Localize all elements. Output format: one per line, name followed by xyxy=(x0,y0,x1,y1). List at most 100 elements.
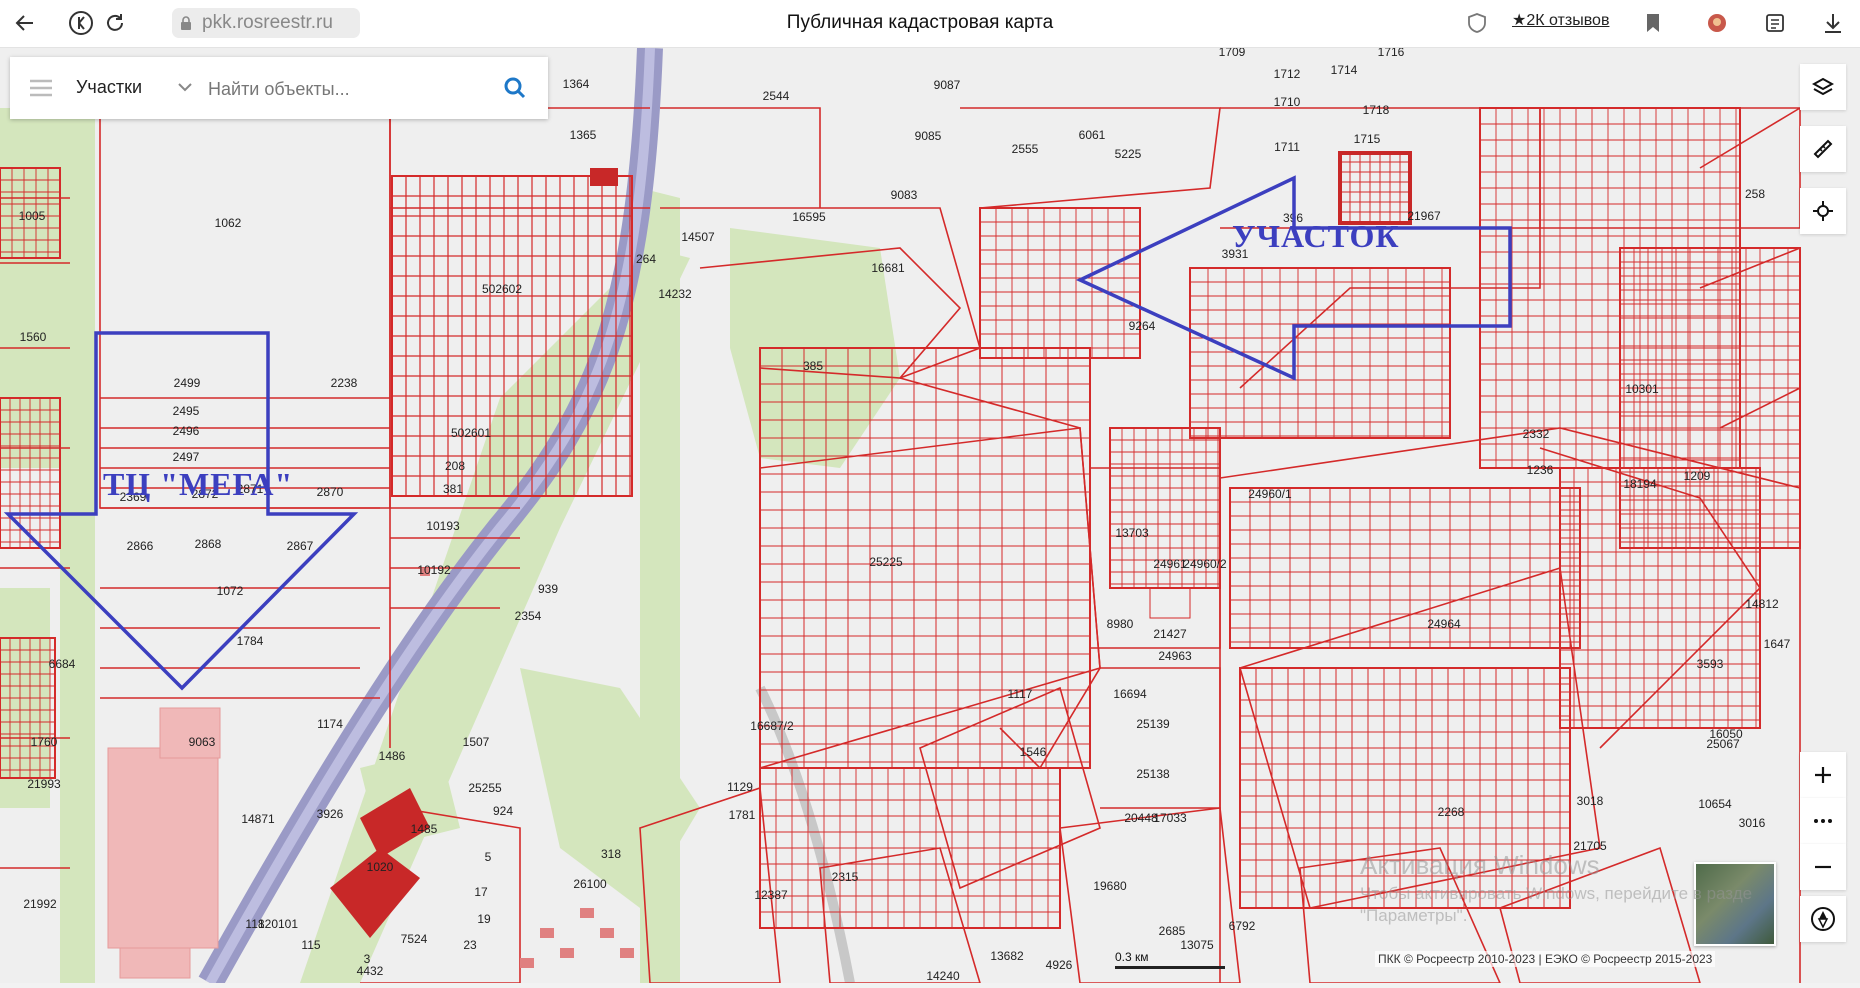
parcel-number[interactable]: 1062 xyxy=(215,216,242,230)
parcel-number[interactable]: 7524 xyxy=(401,932,428,946)
parcel-number[interactable]: 1716 xyxy=(1378,45,1405,59)
parcel-number[interactable]: 9063 xyxy=(189,735,216,749)
parcel-number[interactable]: 118 xyxy=(245,917,264,931)
parcel-number[interactable]: 13075 xyxy=(1180,938,1214,952)
parcel-number[interactable]: 1718 xyxy=(1363,103,1390,117)
parcel-number[interactable]: 4432 xyxy=(357,964,384,978)
zoom-in-button[interactable] xyxy=(1800,752,1846,798)
zoom-out-button[interactable] xyxy=(1800,844,1846,890)
parcel-number[interactable]: 2268 xyxy=(1438,805,1465,819)
search-input[interactable] xyxy=(206,71,500,107)
parcel-number[interactable]: 9087 xyxy=(934,78,961,92)
parcel-number[interactable]: 24960/2 xyxy=(1183,557,1227,571)
basemap-thumbnail[interactable] xyxy=(1694,862,1776,946)
parcel-number[interactable]: 1715 xyxy=(1354,132,1381,146)
parcel-number[interactable]: 20448 xyxy=(1124,811,1158,825)
parcel-number[interactable]: 26100 xyxy=(573,877,607,891)
parcel-number[interactable]: 6061 xyxy=(1079,128,1106,142)
parcel-number[interactable]: 3 xyxy=(364,952,371,966)
parcel-number[interactable]: 12387 xyxy=(754,888,788,902)
parcel-number[interactable]: 2238 xyxy=(331,376,358,390)
parcel-number[interactable]: 939 xyxy=(538,582,558,596)
search-category[interactable]: Участки xyxy=(76,77,142,98)
more-button[interactable] xyxy=(1800,798,1846,844)
parcel-number[interactable]: 1209 xyxy=(1684,469,1711,483)
parcel-number[interactable]: 14240 xyxy=(926,969,960,983)
cadastral-map[interactable]: 1364 1365 2544 9087 6061 1709 1712 1714 1716 1710… xyxy=(0,45,1860,988)
parcel-number[interactable]: 1005 xyxy=(19,209,46,223)
parcel-number[interactable]: 2332 xyxy=(1523,427,1550,441)
parcel-number[interactable]: 2867 xyxy=(287,539,314,553)
parcel-number[interactable]: 4926 xyxy=(1046,958,1073,972)
parcel-number[interactable]: 115 xyxy=(301,938,320,952)
parcel-number[interactable]: 6684 xyxy=(49,657,76,671)
parcel-number[interactable]: 9264 xyxy=(1129,319,1156,333)
parcel-number[interactable]: 14507 xyxy=(681,230,715,244)
parcel-number[interactable]: 1760 xyxy=(31,735,58,749)
parcel-number[interactable]: 16595 xyxy=(792,210,826,224)
parcel-number[interactable]: 14871 xyxy=(241,812,275,826)
extension-icon[interactable] xyxy=(1702,8,1732,38)
parcel-number[interactable]: 5225 xyxy=(1115,147,1142,161)
parcel-number[interactable]: 318 xyxy=(601,847,621,861)
hamburger-menu-icon[interactable] xyxy=(30,79,52,97)
parcel-number[interactable]: 1784 xyxy=(237,634,264,648)
parcel-number[interactable]: 2495 xyxy=(173,404,200,418)
parcel-number[interactable]: 2868 xyxy=(195,537,222,551)
parcel-number[interactable]: 10192 xyxy=(417,563,451,577)
parcel-number[interactable]: 24964 xyxy=(1427,617,1461,631)
address-bar[interactable]: pkk.rosreestr.ru xyxy=(172,8,360,38)
parcel-number[interactable]: 502601 xyxy=(451,426,491,440)
parcel-number[interactable]: 1507 xyxy=(463,735,490,749)
yandex-logo-icon[interactable] xyxy=(66,8,96,38)
parcel-number[interactable]: 21993 xyxy=(27,777,61,791)
parcel-number[interactable]: 924 xyxy=(493,804,513,818)
parcel-number[interactable]: 3926 xyxy=(317,807,344,821)
parcel-number[interactable]: 18194 xyxy=(1623,477,1657,491)
parcel-number[interactable]: 19 xyxy=(477,912,491,926)
parcel-number[interactable]: 2499 xyxy=(174,376,201,390)
parcel-number[interactable]: 9083 xyxy=(891,188,918,202)
parcel-number[interactable]: 2497 xyxy=(173,450,200,464)
parcel-number[interactable]: 1560 xyxy=(20,330,47,344)
parcel-number[interactable]: 1485 xyxy=(411,822,438,836)
parcel-number[interactable]: 381 xyxy=(443,482,463,496)
parcel-number[interactable]: 1236 xyxy=(1527,463,1554,477)
parcel-number[interactable]: 9085 xyxy=(915,129,942,143)
parcel-number[interactable]: 1714 xyxy=(1331,63,1358,77)
chevron-down-icon[interactable] xyxy=(178,79,192,95)
parcel-number[interactable]: 1546 xyxy=(1020,745,1047,759)
parcel-number[interactable]: 2555 xyxy=(1012,142,1039,156)
parcel-number[interactable]: 17 xyxy=(474,885,488,899)
parcel-number[interactable]: 10193 xyxy=(426,519,460,533)
map-canvas[interactable]: 1364136525449087606117091712 171417161710… xyxy=(0,45,1860,988)
parcel-number[interactable]: 2315 xyxy=(832,870,859,884)
parcel-number[interactable]: 1712 xyxy=(1274,67,1301,81)
reviews-link[interactable]: ★2К отзывов xyxy=(1512,10,1609,30)
parcel-number[interactable]: 21427 xyxy=(1153,627,1187,641)
parcel-number[interactable]: 1710 xyxy=(1274,95,1301,109)
parcel-number[interactable]: 264 xyxy=(636,252,656,266)
parcel-number[interactable]: 1072 xyxy=(217,584,244,598)
back-arrow-icon[interactable] xyxy=(10,8,40,38)
parcel-number[interactable]: 17033 xyxy=(1153,811,1187,825)
locate-button[interactable] xyxy=(1800,188,1846,234)
parcel-number[interactable]: 258 xyxy=(1745,187,1765,201)
parcel-number[interactable]: 2870 xyxy=(317,485,344,499)
parcel-number[interactable]: 1647 xyxy=(1764,637,1791,651)
parcel-number[interactable]: 1117 xyxy=(1008,687,1033,701)
bookmark-icon[interactable] xyxy=(1638,8,1668,38)
parcel-number[interactable]: 208 xyxy=(445,459,465,473)
parcel-number[interactable]: 3018 xyxy=(1577,794,1604,808)
parcel-number[interactable]: 1020 xyxy=(367,860,394,874)
parcel-number[interactable]: 1365 xyxy=(570,128,597,142)
parcel-number[interactable]: 23 xyxy=(463,938,477,952)
parcel-number[interactable]: 5 xyxy=(485,850,492,864)
parcel-number[interactable]: 25255 xyxy=(468,781,502,795)
parcel-number[interactable]: 1364 xyxy=(563,77,590,91)
parcel-number[interactable]: 24961 xyxy=(1153,557,1187,571)
parcel-number[interactable]: 1709 xyxy=(1219,45,1246,59)
parcel-number[interactable]: 2354 xyxy=(515,609,542,623)
layers-button[interactable] xyxy=(1800,64,1846,110)
parcel-number[interactable]: 13703 xyxy=(1115,526,1149,540)
